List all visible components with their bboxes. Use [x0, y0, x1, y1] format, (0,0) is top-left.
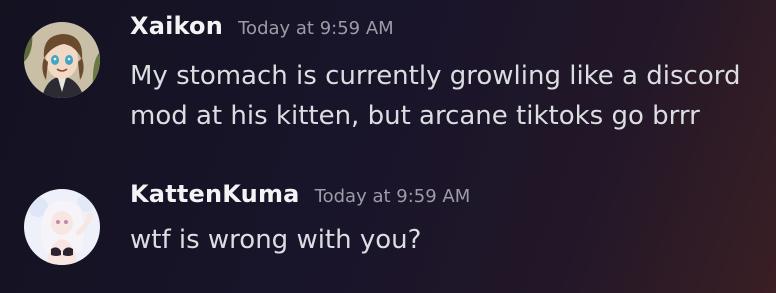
- user-avatar-image: [24, 189, 100, 265]
- username[interactable]: KattenKuma: [130, 180, 300, 208]
- chat-messages: Xaikon Today at 9:59 AM My stomach is cu…: [0, 0, 776, 293]
- message-header: KattenKuma Today at 9:59 AM: [130, 180, 470, 208]
- message-line: My stomach is currently growling like a …: [130, 61, 741, 91]
- username[interactable]: Xaikon: [130, 12, 223, 40]
- message-header: Xaikon Today at 9:59 AM: [130, 12, 394, 40]
- avatar[interactable]: [24, 22, 100, 98]
- message-line: mod at his kitten, but arcane tiktoks go…: [130, 101, 700, 131]
- message-line: wtf is wrong with you?: [130, 225, 422, 255]
- message-content: My stomach is currently growling like a …: [130, 56, 770, 136]
- timestamp: Today at 9:59 AM: [238, 18, 394, 39]
- message-content: wtf is wrong with you?: [130, 220, 770, 260]
- timestamp: Today at 9:59 AM: [314, 186, 471, 207]
- user-avatar-image: [24, 22, 100, 98]
- avatar[interactable]: [24, 189, 100, 265]
